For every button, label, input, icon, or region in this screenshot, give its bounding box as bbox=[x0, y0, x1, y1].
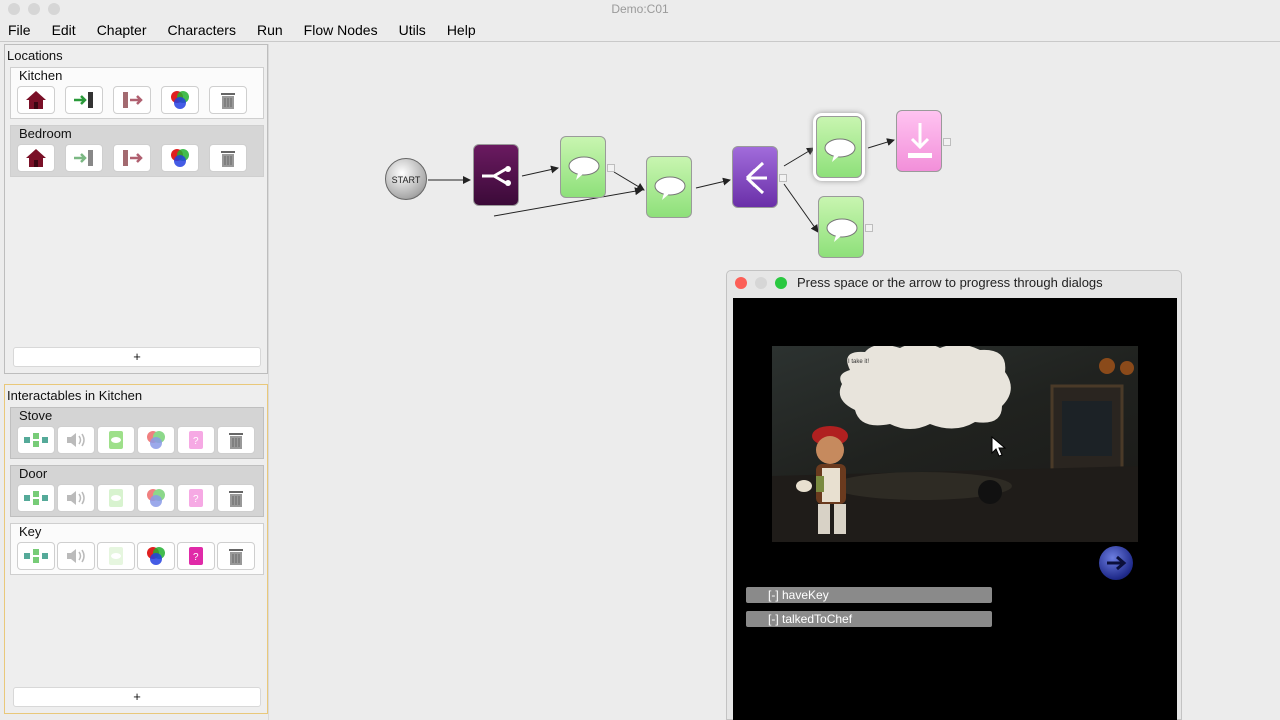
speech-bubble-icon bbox=[654, 176, 686, 200]
color-circles-icon[interactable] bbox=[137, 484, 175, 512]
dialog-icon[interactable] bbox=[97, 542, 135, 570]
menu-chapter[interactable]: Chapter bbox=[97, 22, 147, 38]
node-port[interactable] bbox=[943, 138, 951, 146]
flag-talkedtochef[interactable]: [-] talkedToChef bbox=[746, 611, 992, 627]
flow-graph-icon[interactable] bbox=[17, 542, 55, 570]
sound-icon[interactable] bbox=[57, 484, 95, 512]
menu-flow-nodes[interactable]: Flow Nodes bbox=[304, 22, 378, 38]
location-bedroom[interactable]: Bedroom bbox=[10, 125, 264, 177]
menu-bar: File Edit Chapter Characters Run Flow No… bbox=[0, 18, 1280, 42]
home-icon[interactable] bbox=[17, 86, 55, 114]
zoom-window-button[interactable] bbox=[48, 3, 60, 15]
menu-utils[interactable]: Utils bbox=[399, 22, 426, 38]
node-port[interactable] bbox=[865, 224, 873, 232]
sound-icon[interactable] bbox=[57, 426, 95, 454]
locations-panel: Locations Kitchen Bedroom + bbox=[4, 44, 268, 374]
add-interactable-button[interactable]: + bbox=[13, 687, 261, 707]
dialog-node[interactable] bbox=[560, 136, 615, 198]
node-port[interactable] bbox=[607, 164, 615, 172]
left-sidebar: Locations Kitchen Bedroom + Interactable… bbox=[4, 44, 268, 720]
flow-graph-icon[interactable] bbox=[17, 484, 55, 512]
svg-text:?: ? bbox=[193, 494, 199, 505]
close-window-button[interactable] bbox=[8, 3, 20, 15]
help-icon[interactable]: ? bbox=[177, 426, 215, 454]
sound-icon[interactable] bbox=[57, 542, 95, 570]
speech-bubble-icon bbox=[824, 138, 856, 162]
svg-text:?: ? bbox=[193, 436, 199, 447]
next-dialog-button[interactable] bbox=[1099, 546, 1133, 580]
branch-node[interactable] bbox=[473, 144, 519, 206]
menu-edit[interactable]: Edit bbox=[52, 22, 76, 38]
trash-icon[interactable] bbox=[217, 484, 255, 512]
interactables-title: Interactables in Kitchen bbox=[7, 388, 143, 403]
arrow-right-icon bbox=[1107, 555, 1127, 571]
minimize-window-button[interactable] bbox=[755, 277, 767, 289]
menu-characters[interactable]: Characters bbox=[168, 22, 236, 38]
kitchen-scene-image: I take it! bbox=[772, 346, 1138, 542]
trash-icon[interactable] bbox=[209, 86, 247, 114]
start-node[interactable]: START bbox=[385, 158, 427, 200]
location-kitchen[interactable]: Kitchen bbox=[10, 67, 264, 119]
trash-icon[interactable] bbox=[217, 542, 255, 570]
interactable-label: Key bbox=[19, 524, 42, 539]
help-icon[interactable]: ? bbox=[177, 484, 215, 512]
exit-location-icon[interactable] bbox=[113, 144, 151, 172]
menu-run[interactable]: Run bbox=[257, 22, 283, 38]
location-label: Kitchen bbox=[19, 68, 63, 83]
dialog-icon[interactable] bbox=[97, 484, 135, 512]
speech-bubble-icon bbox=[826, 218, 858, 242]
color-circles-icon[interactable] bbox=[137, 426, 175, 454]
enter-location-icon[interactable] bbox=[65, 86, 103, 114]
choice-node[interactable] bbox=[732, 146, 787, 208]
add-location-button[interactable]: + bbox=[13, 347, 261, 367]
color-circles-icon[interactable] bbox=[161, 86, 199, 114]
interactable-label: Stove bbox=[19, 408, 53, 423]
interactable-stove[interactable]: Stove ? bbox=[10, 407, 264, 459]
dialog-icon[interactable] bbox=[97, 426, 135, 454]
interactables-panel: Interactables in Kitchen Stove ? Door ? … bbox=[4, 384, 268, 714]
interactable-door[interactable]: Door ? bbox=[10, 465, 264, 517]
speech-bubble-icon bbox=[568, 156, 600, 180]
flow-graph-icon[interactable] bbox=[17, 426, 55, 454]
home-icon[interactable] bbox=[17, 144, 55, 172]
svg-text:?: ? bbox=[193, 552, 199, 563]
window-title: Demo:C01 bbox=[611, 2, 669, 16]
dialog-node-selected[interactable] bbox=[816, 116, 862, 178]
game-preview[interactable]: I take it! [-] haveKey [-] talkedToChef bbox=[733, 298, 1177, 720]
minimize-window-button[interactable] bbox=[28, 3, 40, 15]
window-titlebar: Demo:C01 bbox=[0, 0, 1280, 18]
app-window: Demo:C01 File Edit Chapter Characters Ru… bbox=[0, 0, 1280, 720]
dialog-window-title: Press space or the arrow to progress thr… bbox=[797, 275, 1103, 290]
trash-icon[interactable] bbox=[209, 144, 247, 172]
color-circles-icon[interactable] bbox=[161, 144, 199, 172]
close-window-button[interactable] bbox=[735, 277, 747, 289]
flag-havekey[interactable]: [-] haveKey bbox=[746, 587, 992, 603]
dialog-node[interactable] bbox=[646, 156, 692, 218]
dialog-window-titlebar: Press space or the arrow to progress thr… bbox=[727, 271, 1181, 295]
color-circles-icon[interactable] bbox=[137, 542, 175, 570]
download-icon bbox=[908, 123, 932, 158]
dialog-preview-window: Press space or the arrow to progress thr… bbox=[726, 270, 1182, 720]
interactable-key[interactable]: Key ? bbox=[10, 523, 264, 575]
menu-help[interactable]: Help bbox=[447, 22, 476, 38]
locations-title: Locations bbox=[7, 48, 63, 63]
enter-location-icon[interactable] bbox=[65, 144, 103, 172]
help-icon[interactable]: ? bbox=[177, 542, 215, 570]
menu-file[interactable]: File bbox=[8, 22, 31, 38]
node-port[interactable] bbox=[779, 174, 787, 182]
location-label: Bedroom bbox=[19, 126, 72, 141]
panel-splitter[interactable] bbox=[268, 44, 276, 720]
mouse-cursor-icon bbox=[991, 436, 1007, 457]
dialog-node[interactable] bbox=[818, 196, 873, 258]
choice-arrows-icon bbox=[745, 161, 767, 195]
interactable-label: Door bbox=[19, 466, 48, 481]
exit-location-icon[interactable] bbox=[113, 86, 151, 114]
zoom-window-button[interactable] bbox=[775, 277, 787, 289]
branch-icon bbox=[482, 166, 511, 186]
speech-text: I take it! bbox=[848, 359, 870, 365]
take-item-node[interactable] bbox=[896, 110, 951, 172]
trash-icon[interactable] bbox=[217, 426, 255, 454]
